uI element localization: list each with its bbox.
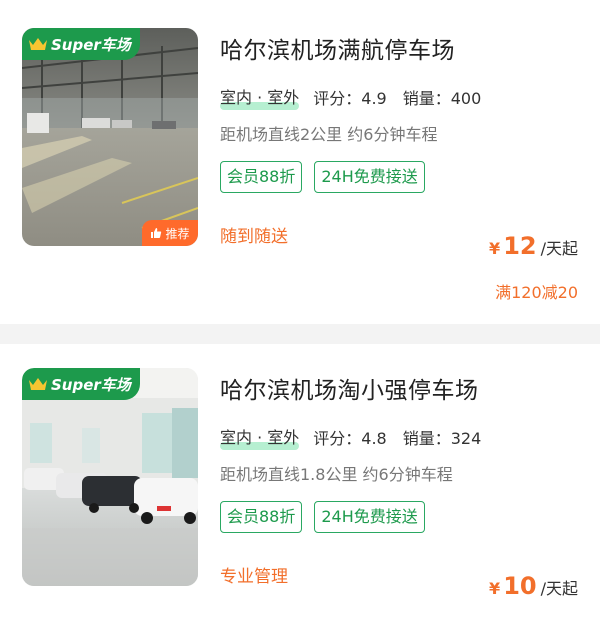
listing-meta: 室内 · 室外 评分：4.8 销量：324 [220,424,481,450]
listing-meta: 室内 · 室外 评分：4.9 销量：400 [220,84,481,110]
parking-lot-photo[interactable]: Super车场 [22,368,198,586]
listing-title[interactable]: 哈尔滨机场满航停车场 [220,31,455,65]
benefit-chips: 会员88折 24H免费接送 [220,161,437,193]
parking-listing-card[interactable]: Super车场 推荐 哈尔滨机场满航停车场 室内 · 室外 评分：4.9 销量：… [0,0,600,324]
member-discount-chip: 会员88折 [220,161,303,193]
rating: 评分：4.9 [313,85,386,109]
service-feature: 专业管理 [220,567,288,587]
free-shuttle-chip: 24H免费接送 [314,501,425,533]
member-discount-chip: 会员88折 [220,501,303,533]
price: ¥ 12 /天起 [489,232,578,260]
rating-value: 4.8 [361,429,387,448]
price: ¥ 10 /天起 [489,572,578,600]
sales-value: 400 [450,89,482,108]
distance-info: 距机场直线2公里 约6分钟车程 [220,125,438,144]
super-badge-label: Super车场 [51,375,131,394]
sales: 销量：400 [403,85,482,109]
crown-icon [29,38,47,50]
parking-lot-photo-graphic [22,28,198,246]
rating-label: 评分： [313,429,362,448]
free-shuttle-chip: 24H免费接送 [314,161,425,193]
parking-lot-photo-graphic [22,368,198,586]
super-parking-badge: Super车场 [22,28,140,60]
rating-value: 4.9 [361,89,387,108]
currency-symbol: ¥ [489,579,501,598]
rating-label: 评分： [313,89,362,108]
service-feature: 随到随送 [220,227,288,247]
promo-text: 满120减20 [495,283,578,302]
crown-icon [29,378,47,390]
listing-title[interactable]: 哈尔滨机场淘小强停车场 [220,371,479,405]
location-type: 室内 · 室外 [220,84,300,110]
sales-value: 324 [450,429,482,448]
distance-info: 距机场直线1.8公里 约6分钟车程 [220,465,453,484]
sales: 销量：324 [403,425,482,449]
thumbs-up-icon [151,228,162,238]
currency-symbol: ¥ [489,239,501,258]
sales-label: 销量： [402,429,451,448]
price-amount: 10 [503,572,537,600]
recommend-label: 推荐 [165,226,190,241]
location-type: 室内 · 室外 [220,424,300,450]
sales-label: 销量： [402,89,451,108]
rating: 评分：4.8 [313,425,386,449]
price-unit: /天起 [540,579,578,598]
price-amount: 12 [503,232,537,260]
super-badge-label: Super车场 [51,35,131,54]
super-parking-badge: Super车场 [22,368,140,400]
parking-lot-photo[interactable]: Super车场 推荐 [22,28,198,246]
parking-listing-card[interactable]: Super车场 哈尔滨机场淘小强停车场 室内 · 室外 评分：4.8 销量：32… [0,344,600,632]
price-unit: /天起 [540,239,578,258]
benefit-chips: 会员88折 24H免费接送 [220,501,437,533]
recommend-badge: 推荐 [142,220,198,246]
